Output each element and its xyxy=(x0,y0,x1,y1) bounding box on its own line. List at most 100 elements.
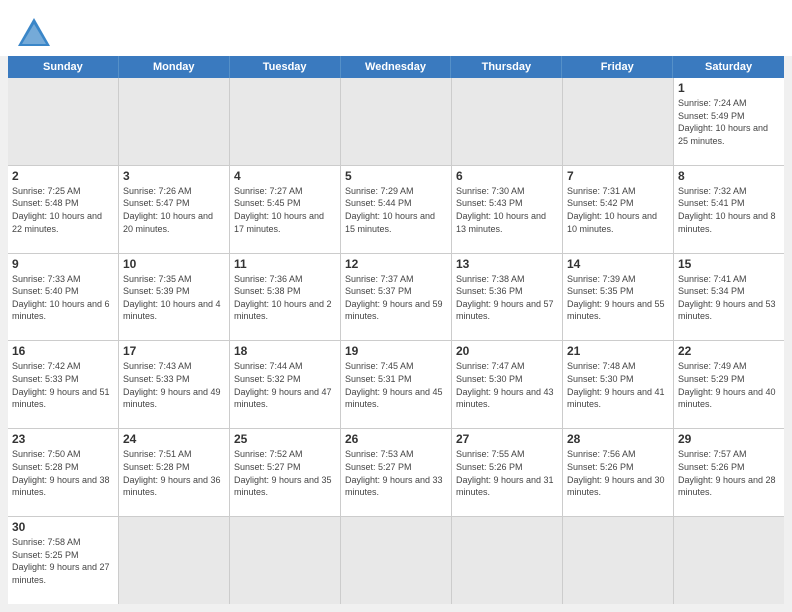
day-info: Sunrise: 7:51 AM Sunset: 5:28 PM Dayligh… xyxy=(123,448,225,498)
table-row: 17Sunrise: 7:43 AM Sunset: 5:33 PM Dayli… xyxy=(119,341,229,428)
calendar-body: 1 Sunrise: 7:24 AM Sunset: 5:49 PM Daylig… xyxy=(8,78,784,604)
day-info: Sunrise: 7:35 AM Sunset: 5:39 PM Dayligh… xyxy=(123,273,225,323)
table-row xyxy=(341,78,451,165)
day-info: Sunrise: 7:52 AM Sunset: 5:27 PM Dayligh… xyxy=(234,448,336,498)
day-number: 3 xyxy=(123,169,225,183)
day-info: Sunrise: 7:48 AM Sunset: 5:30 PM Dayligh… xyxy=(567,360,669,410)
header-friday: Friday xyxy=(562,56,673,78)
table-row xyxy=(341,517,451,604)
table-row: 20Sunrise: 7:47 AM Sunset: 5:30 PM Dayli… xyxy=(452,341,562,428)
day-info: Sunrise: 7:24 AM Sunset: 5:49 PM Dayligh… xyxy=(678,97,780,147)
header xyxy=(0,0,792,56)
table-row: 26 Sunrise: 7:53 AM Sunset: 5:27 PM Dayli… xyxy=(341,429,451,516)
table-row: 22 Sunrise: 7:49 AM Sunset: 5:29 PM Dayli… xyxy=(674,341,784,428)
table-row: 8 Sunrise: 7:32 AM Sunset: 5:41 PM Daylig… xyxy=(674,166,784,253)
day-number: 9 xyxy=(12,257,114,271)
table-row: 16 Sunrise: 7:42 AM Sunset: 5:33 PM Dayli… xyxy=(8,341,118,428)
table-row: 23Sunrise: 7:50 AM Sunset: 5:28 PM Dayli… xyxy=(8,429,118,516)
day-info: Sunrise: 7:30 AM Sunset: 5:43 PM Dayligh… xyxy=(456,185,558,235)
header-saturday: Saturday xyxy=(673,56,784,78)
day-info: Sunrise: 7:42 AM Sunset: 5:33 PM Dayligh… xyxy=(12,360,114,410)
table-row: 1 Sunrise: 7:24 AM Sunset: 5:49 PM Daylig… xyxy=(674,78,784,165)
day-info: Sunrise: 7:53 AM Sunset: 5:27 PM Dayligh… xyxy=(345,448,447,498)
table-row: 21 Sunrise: 7:48 AM Sunset: 5:30 PM Dayli… xyxy=(563,341,673,428)
day-number: 29 xyxy=(678,432,780,446)
table-row: 11 Sunrise: 7:36 AM Sunset: 5:38 PM Dayli… xyxy=(230,254,340,341)
table-row xyxy=(230,517,340,604)
header-wednesday: Wednesday xyxy=(341,56,452,78)
day-info: Sunrise: 7:29 AM Sunset: 5:44 PM Dayligh… xyxy=(345,185,447,235)
day-number: 10 xyxy=(123,257,225,271)
day-number: 8 xyxy=(678,169,780,183)
header-tuesday: Tuesday xyxy=(230,56,341,78)
day-info: Sunrise: 7:55 AM Sunset: 5:26 PM Dayligh… xyxy=(456,448,558,498)
table-row: 6 Sunrise: 7:30 AM Sunset: 5:43 PM Daylig… xyxy=(452,166,562,253)
day-number: 20 xyxy=(456,344,558,358)
day-number: 15 xyxy=(678,257,780,271)
day-number: 1 xyxy=(678,81,780,95)
header-thursday: Thursday xyxy=(451,56,562,78)
table-row xyxy=(230,78,340,165)
table-row: 28 Sunrise: 7:56 AM Sunset: 5:26 PM Dayli… xyxy=(563,429,673,516)
day-number: 21 xyxy=(567,344,669,358)
table-row: 14Sunrise: 7:39 AM Sunset: 5:35 PM Dayli… xyxy=(563,254,673,341)
day-number: 26 xyxy=(345,432,447,446)
day-info: Sunrise: 7:26 AM Sunset: 5:47 PM Dayligh… xyxy=(123,185,225,235)
day-info: Sunrise: 7:49 AM Sunset: 5:29 PM Dayligh… xyxy=(678,360,780,410)
table-row xyxy=(452,78,562,165)
day-number: 6 xyxy=(456,169,558,183)
day-info: Sunrise: 7:41 AM Sunset: 5:34 PM Dayligh… xyxy=(678,273,780,323)
table-row xyxy=(452,517,562,604)
day-number: 27 xyxy=(456,432,558,446)
day-number: 18 xyxy=(234,344,336,358)
day-number: 22 xyxy=(678,344,780,358)
header-monday: Monday xyxy=(119,56,230,78)
day-number: 28 xyxy=(567,432,669,446)
table-row: 27 Sunrise: 7:55 AM Sunset: 5:26 PM Dayli… xyxy=(452,429,562,516)
day-info: Sunrise: 7:36 AM Sunset: 5:38 PM Dayligh… xyxy=(234,273,336,323)
day-number: 14 xyxy=(567,257,669,271)
day-info: Sunrise: 7:58 AM Sunset: 5:25 PM Dayligh… xyxy=(12,536,114,586)
day-number: 25 xyxy=(234,432,336,446)
table-row xyxy=(119,517,229,604)
table-row: 7Sunrise: 7:31 AM Sunset: 5:42 PM Daylig… xyxy=(563,166,673,253)
day-info: Sunrise: 7:38 AM Sunset: 5:36 PM Dayligh… xyxy=(456,273,558,323)
table-row: 15 Sunrise: 7:41 AM Sunset: 5:34 PM Dayli… xyxy=(674,254,784,341)
table-row xyxy=(563,517,673,604)
table-row: 18 Sunrise: 7:44 AM Sunset: 5:32 PM Dayli… xyxy=(230,341,340,428)
table-row: 29Sunrise: 7:57 AM Sunset: 5:26 PM Dayli… xyxy=(674,429,784,516)
logo xyxy=(16,14,52,50)
day-number: 16 xyxy=(12,344,114,358)
logo-icon xyxy=(16,14,52,50)
table-row: 3 Sunrise: 7:26 AM Sunset: 5:47 PM Daylig… xyxy=(119,166,229,253)
day-info: Sunrise: 7:56 AM Sunset: 5:26 PM Dayligh… xyxy=(567,448,669,498)
table-row: 5Sunrise: 7:29 AM Sunset: 5:44 PM Daylig… xyxy=(341,166,451,253)
day-number: 23 xyxy=(12,432,114,446)
table-row: 9Sunrise: 7:33 AM Sunset: 5:40 PM Daylig… xyxy=(8,254,118,341)
day-info: Sunrise: 7:32 AM Sunset: 5:41 PM Dayligh… xyxy=(678,185,780,235)
table-row: 12Sunrise: 7:37 AM Sunset: 5:37 PM Dayli… xyxy=(341,254,451,341)
day-number: 4 xyxy=(234,169,336,183)
table-row: 24 Sunrise: 7:51 AM Sunset: 5:28 PM Dayli… xyxy=(119,429,229,516)
day-number: 24 xyxy=(123,432,225,446)
table-row: 13Sunrise: 7:38 AM Sunset: 5:36 PM Dayli… xyxy=(452,254,562,341)
day-number: 11 xyxy=(234,257,336,271)
calendar-header: Sunday Monday Tuesday Wednesday Thursday… xyxy=(8,56,784,78)
day-info: Sunrise: 7:25 AM Sunset: 5:48 PM Dayligh… xyxy=(12,185,114,235)
table-row: 10 Sunrise: 7:35 AM Sunset: 5:39 PM Dayli… xyxy=(119,254,229,341)
day-info: Sunrise: 7:43 AM Sunset: 5:33 PM Dayligh… xyxy=(123,360,225,410)
day-info: Sunrise: 7:44 AM Sunset: 5:32 PM Dayligh… xyxy=(234,360,336,410)
table-row: 30 Sunrise: 7:58 AM Sunset: 5:25 PM Dayli… xyxy=(8,517,118,604)
table-row xyxy=(674,517,784,604)
day-number: 30 xyxy=(12,520,114,534)
table-row xyxy=(8,78,118,165)
day-number: 19 xyxy=(345,344,447,358)
day-info: Sunrise: 7:31 AM Sunset: 5:42 PM Dayligh… xyxy=(567,185,669,235)
day-number: 2 xyxy=(12,169,114,183)
calendar: Sunday Monday Tuesday Wednesday Thursday… xyxy=(0,56,792,612)
header-sunday: Sunday xyxy=(8,56,119,78)
day-info: Sunrise: 7:27 AM Sunset: 5:45 PM Dayligh… xyxy=(234,185,336,235)
day-info: Sunrise: 7:37 AM Sunset: 5:37 PM Dayligh… xyxy=(345,273,447,323)
table-row: 19 Sunrise: 7:45 AM Sunset: 5:31 PM Dayli… xyxy=(341,341,451,428)
day-info: Sunrise: 7:45 AM Sunset: 5:31 PM Dayligh… xyxy=(345,360,447,410)
